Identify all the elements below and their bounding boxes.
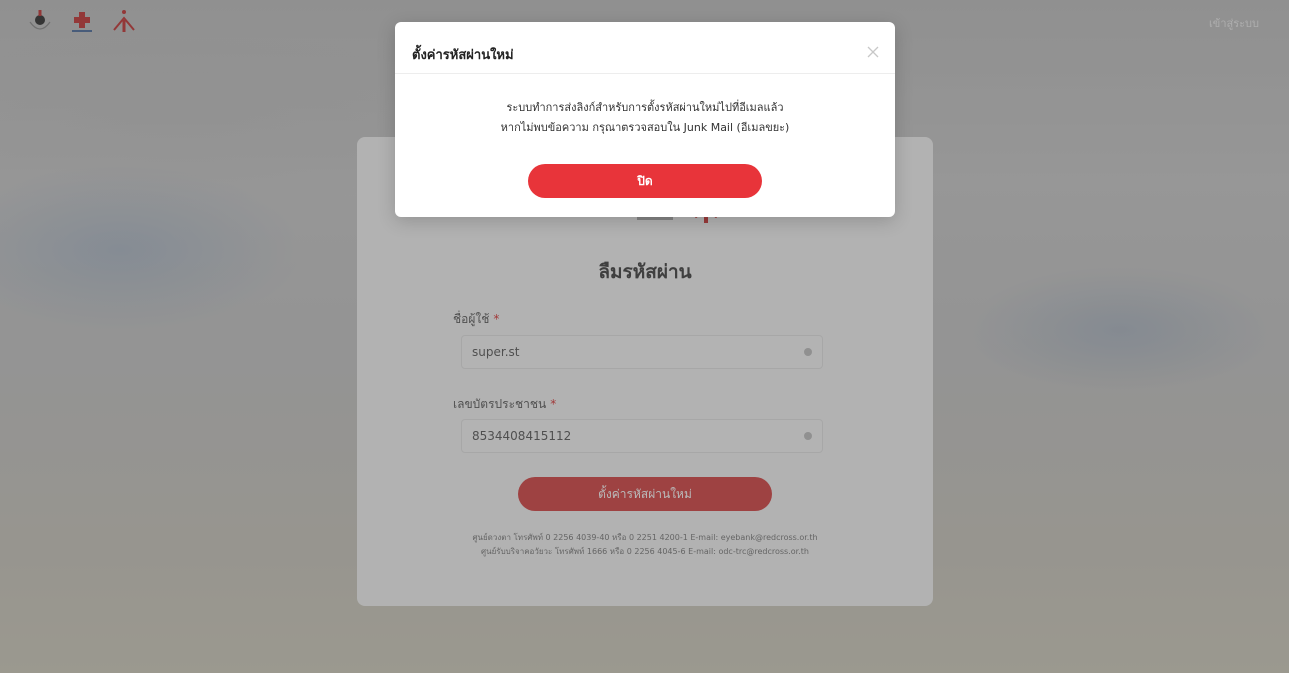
modal-message-line-1: ระบบทำการส่งลิงก์สำหรับการตั้งรหัสผ่านให… [506, 101, 784, 114]
modal-header: ตั้งค่ารหัสผ่านใหม่ [395, 22, 895, 74]
close-button[interactable]: ปิด [528, 164, 762, 198]
modal-title: ตั้งค่ารหัสผ่านใหม่ [412, 48, 514, 63]
modal-message-line-2: หากไม่พบข้อความ กรุณาตรวจสอบใน Junk Mail… [500, 121, 790, 134]
reset-password-modal: ตั้งค่ารหัสผ่านใหม่ ระบบทำการส่งลิงก์สำห… [395, 22, 895, 217]
close-icon[interactable] [867, 46, 879, 58]
modal-message: ระบบทำการส่งลิงก์สำหรับการตั้งรหัสผ่านให… [395, 98, 895, 138]
